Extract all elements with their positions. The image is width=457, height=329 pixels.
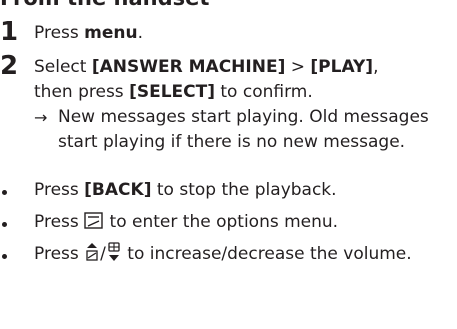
- answer-machine-option: [ANSWER MACHINE]: [91, 57, 286, 77]
- bullet-back-text: Press [BACK] to stop the playback.: [34, 180, 337, 200]
- bullet-marker: [2, 222, 7, 227]
- result-arrow-icon: →: [34, 108, 48, 127]
- step-2-result: New messages start playing. Old messages…: [58, 107, 429, 152]
- step-2-text: Select [ANSWER MACHINE] > [PLAY], then p…: [34, 57, 379, 102]
- bullet-marker: [2, 254, 7, 259]
- section-heading: From the handset: [0, 0, 209, 10]
- back-key-label: [BACK]: [84, 180, 152, 200]
- step-1-number: 1: [0, 17, 19, 47]
- step-2-number: 2: [0, 51, 19, 81]
- volume-down-icon: [106, 242, 122, 270]
- volume-up-icon: [84, 242, 100, 270]
- options-softkey-icon: [84, 212, 104, 238]
- bullet-options-text: Press to enter the options menu.: [34, 210, 443, 238]
- bullet-marker: [2, 190, 7, 195]
- play-option: [PLAY]: [310, 57, 374, 77]
- menu-key-label: menu: [84, 23, 138, 43]
- step-1-text: Press menu.: [34, 23, 144, 43]
- bullet-volume-text: Press / to increase/decrease the volume.: [34, 242, 443, 270]
- select-key-label: [SELECT]: [129, 82, 215, 102]
